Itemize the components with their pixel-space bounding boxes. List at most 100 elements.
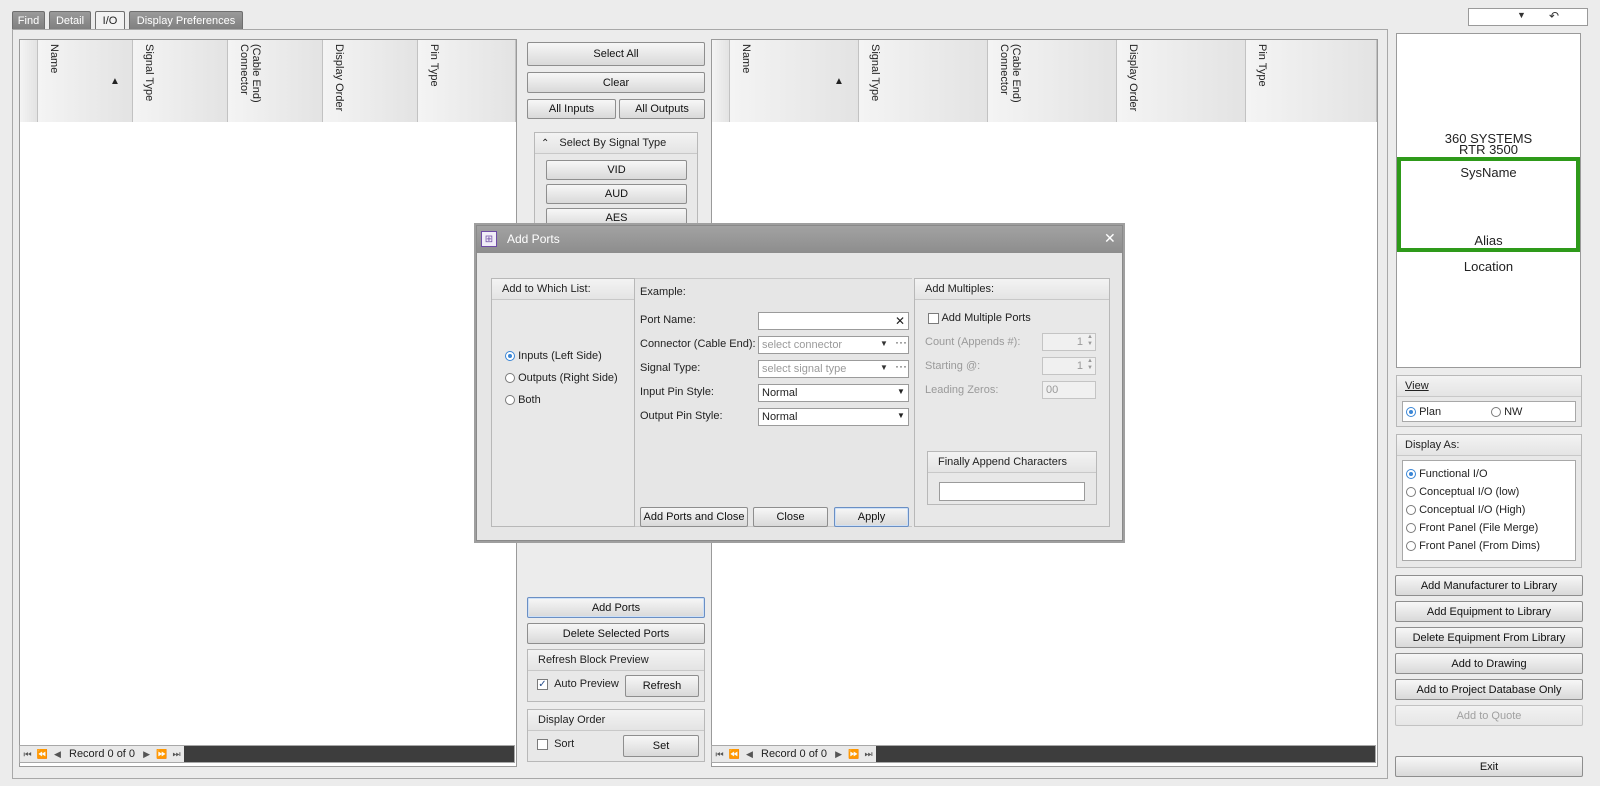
layout-dropdown[interactable]: ▼ ↶ — [1468, 8, 1588, 26]
add-manufacturer-button[interactable]: Add Manufacturer to Library — [1395, 575, 1583, 596]
outputs-navigator: ⏮ ⏪ ◀ Record 0 of 0 ▶ ⏩ ⏭ — [711, 745, 1376, 763]
option-label: Outputs (Right Side) — [518, 372, 618, 384]
view-option-plan[interactable]: Plan — [1406, 406, 1441, 418]
all-inputs-button[interactable]: All Inputs — [527, 99, 616, 119]
prev-page-icon[interactable]: ⏪ — [727, 749, 742, 760]
checkbox-box — [928, 312, 939, 324]
prev-record-icon[interactable]: ◀ — [50, 749, 65, 760]
add-ports-button[interactable]: Add Ports — [527, 597, 705, 618]
display-as-front-panel-from-dims[interactable]: Front Panel (From Dims) — [1406, 540, 1540, 552]
port-name-input[interactable]: ✕ — [758, 312, 909, 330]
inputs-grid[interactable]: Name ▲ Signal Type (Cable End) Connector… — [19, 39, 517, 767]
prev-page-icon[interactable]: ⏪ — [35, 749, 50, 760]
check-icon: ✓ — [537, 678, 548, 690]
column-header-pin-type[interactable]: Pin Type — [1246, 40, 1377, 122]
display-as-conceptual-high[interactable]: Conceptual I/O (High) — [1406, 504, 1525, 516]
column-label: Signal Type — [143, 44, 155, 102]
add-multiple-ports-checkbox[interactable]: Add Multiple Ports — [928, 312, 1031, 324]
prev-record-icon[interactable]: ◀ — [742, 749, 757, 760]
column-header-signal-type[interactable]: Signal Type — [859, 40, 988, 122]
set-button[interactable]: Set — [623, 735, 699, 757]
sort-checkbox[interactable]: Sort — [537, 738, 574, 750]
column-header-display-order[interactable]: Display Order — [323, 40, 418, 122]
column-header-name[interactable]: Name ▲ — [38, 40, 133, 122]
tab-display-preferences[interactable]: Display Preferences — [129, 11, 243, 29]
display-as-conceptual-low[interactable]: Conceptual I/O (low) — [1406, 486, 1519, 498]
ellipsis-icon[interactable]: ··· — [895, 359, 907, 373]
exit-button[interactable]: Exit — [1395, 756, 1583, 777]
first-record-icon[interactable]: ⏮ — [712, 749, 727, 760]
column-header-connector[interactable]: (Cable End) Connector — [228, 40, 323, 122]
delete-equipment-button[interactable]: Delete Equipment From Library — [1395, 627, 1583, 648]
tab-io[interactable]: I/O — [95, 11, 125, 30]
which-list-outputs-radio[interactable]: Outputs (Right Side) — [505, 372, 618, 384]
port-name-label: Port Name: — [640, 314, 696, 326]
which-list-inputs-radio[interactable]: Inputs (Left Side) — [505, 350, 602, 362]
chevron-down-icon[interactable]: ▼ — [880, 363, 888, 372]
signal-type-aud-button[interactable]: AUD — [546, 184, 687, 204]
chevron-down-icon: ▼ — [1517, 10, 1526, 20]
apply-button[interactable]: Apply — [834, 507, 909, 527]
chevron-down-icon[interactable]: ▼ — [880, 339, 888, 348]
count-stepper[interactable]: 1 ▲ ▼ — [1042, 333, 1096, 351]
auto-preview-checkbox[interactable]: ✓ Auto Preview — [537, 678, 619, 690]
add-to-project-database-button[interactable]: Add to Project Database Only — [1395, 679, 1583, 700]
select-all-button[interactable]: Select All — [527, 42, 705, 66]
clear-icon[interactable]: ✕ — [895, 314, 905, 328]
spin-arrows-icon[interactable]: ▲ ▼ — [1087, 334, 1093, 348]
close-button[interactable]: Close — [753, 507, 828, 527]
column-header-name[interactable]: Name ▲ — [730, 40, 859, 122]
leading-zeros-input[interactable]: 00 — [1042, 381, 1096, 399]
last-record-icon[interactable]: ⏭ — [861, 749, 876, 760]
add-equipment-button[interactable]: Add Equipment to Library — [1395, 601, 1583, 622]
app-icon: ⊞ — [481, 231, 497, 247]
close-icon[interactable]: ✕ — [1104, 230, 1116, 247]
signal-type-select[interactable]: select signal type ▼ ··· — [758, 359, 909, 378]
add-ports-and-close-button[interactable]: Add Ports and Close — [640, 507, 748, 527]
connector-select[interactable]: select connector ▼ ··· — [758, 335, 909, 354]
radio-icon — [1406, 505, 1416, 516]
append-characters-input[interactable] — [939, 482, 1085, 501]
ellipsis-icon[interactable]: ··· — [895, 335, 907, 349]
refresh-button[interactable]: Refresh — [625, 675, 699, 697]
chevron-down-icon[interactable]: ▼ — [897, 387, 905, 396]
starting-stepper[interactable]: 1 ▲ ▼ — [1042, 357, 1096, 375]
append-characters-group: Finally Append Characters — [927, 451, 1097, 505]
collapse-icon[interactable]: ⌃ — [541, 138, 549, 149]
signal-type-vid-button[interactable]: VID — [546, 160, 687, 180]
column-header-signal-type[interactable]: Signal Type — [133, 40, 228, 122]
horizontal-scrollbar[interactable] — [876, 746, 1375, 762]
view-group: View Plan NW — [1396, 375, 1582, 427]
last-record-icon[interactable]: ⏭ — [169, 749, 184, 760]
next-record-icon[interactable]: ▶ — [139, 749, 154, 760]
all-outputs-button[interactable]: All Outputs — [619, 99, 705, 119]
add-to-quote-button[interactable]: Add to Quote — [1395, 705, 1583, 726]
column-header-display-order[interactable]: Display Order — [1117, 40, 1246, 122]
stepper-value: 1 — [1076, 336, 1083, 348]
undo-icon[interactable]: ↶ — [1549, 9, 1559, 23]
column-label: Pin Type — [428, 44, 440, 87]
display-as-functional-io[interactable]: Functional I/O — [1406, 468, 1488, 480]
chevron-down-icon[interactable]: ▼ — [897, 411, 905, 420]
delete-selected-ports-button[interactable]: Delete Selected Ports — [527, 623, 705, 644]
which-list-both-radio[interactable]: Both — [505, 394, 541, 406]
option-label: Conceptual I/O (High) — [1419, 504, 1526, 516]
display-as-front-panel-file-merge[interactable]: Front Panel (File Merge) — [1406, 522, 1538, 534]
radio-icon — [505, 373, 515, 384]
clear-button[interactable]: Clear — [527, 72, 705, 93]
tab-detail[interactable]: Detail — [49, 11, 91, 29]
view-option-nw[interactable]: NW — [1491, 406, 1522, 418]
next-page-icon[interactable]: ⏩ — [154, 749, 169, 760]
column-label: Signal Type — [869, 44, 881, 102]
next-record-icon[interactable]: ▶ — [831, 749, 846, 760]
spin-arrows-icon[interactable]: ▲ ▼ — [1087, 358, 1093, 372]
first-record-icon[interactable]: ⏮ — [20, 749, 35, 760]
input-pin-style-select[interactable]: Normal ▼ — [758, 384, 909, 402]
add-to-drawing-button[interactable]: Add to Drawing — [1395, 653, 1583, 674]
output-pin-style-select[interactable]: Normal ▼ — [758, 408, 909, 426]
next-page-icon[interactable]: ⏩ — [846, 749, 861, 760]
column-header-pin-type[interactable]: Pin Type — [418, 40, 516, 122]
tab-find[interactable]: Find — [12, 11, 45, 29]
horizontal-scrollbar[interactable] — [184, 746, 514, 762]
column-header-connector[interactable]: (Cable End) Connector — [988, 40, 1117, 122]
